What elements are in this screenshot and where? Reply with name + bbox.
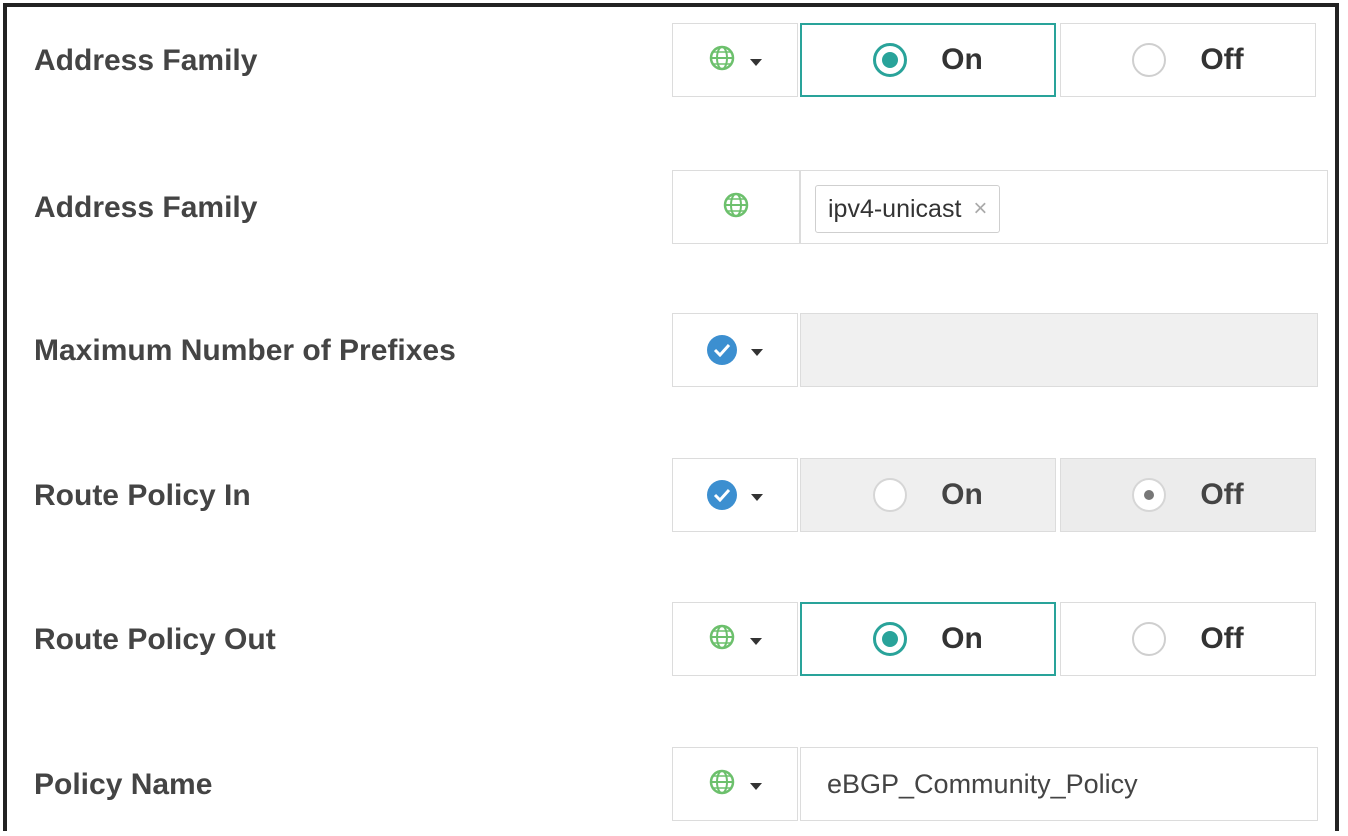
toggle-on-label: On xyxy=(941,478,983,511)
toggle-off-option[interactable]: Off xyxy=(1060,602,1316,676)
toggle-on-option[interactable]: On xyxy=(800,458,1056,532)
check-circle-icon xyxy=(707,480,737,510)
row-max-prefixes: Maximum Number of Prefixes xyxy=(0,313,1348,389)
scope-dropdown[interactable] xyxy=(672,602,798,676)
selected-tag: ipv4-unicast × xyxy=(815,185,1001,233)
row-route-policy-out: Route Policy Out On Off xyxy=(0,602,1348,678)
form-panel xyxy=(3,3,1339,831)
row-policy-name: Policy Name eBGP_Community_Policy xyxy=(0,747,1348,823)
toggle-on-option[interactable]: On xyxy=(800,23,1056,97)
toggle-on-label: On xyxy=(941,43,983,76)
field-label: Address Family xyxy=(34,191,258,224)
radio-unchecked-icon xyxy=(1132,43,1167,77)
radio-unchecked-icon xyxy=(873,478,908,512)
caret-down-icon xyxy=(751,493,763,501)
row-address-family-toggle: Address Family On Off xyxy=(0,23,1348,99)
caret-down-icon xyxy=(750,58,762,66)
toggle-off-label: Off xyxy=(1200,622,1244,655)
tag-label: ipv4-unicast xyxy=(828,194,962,223)
globe-icon xyxy=(708,623,736,656)
caret-down-icon xyxy=(751,348,763,356)
globe-icon xyxy=(708,44,736,77)
toggle-off-option[interactable]: Off xyxy=(1060,23,1316,97)
field-label: Route Policy Out xyxy=(34,623,276,656)
globe-icon xyxy=(722,191,750,224)
caret-down-icon xyxy=(750,782,762,790)
globe-icon xyxy=(708,768,736,801)
scope-dropdown[interactable] xyxy=(672,747,798,821)
toggle-off-option[interactable]: Off xyxy=(1060,458,1316,532)
field-label: Route Policy In xyxy=(34,479,251,512)
scope-dropdown[interactable] xyxy=(672,23,798,97)
toggle-on-label: On xyxy=(941,622,983,655)
toggle-off-label: Off xyxy=(1200,43,1244,76)
toggle-on-option[interactable]: On xyxy=(800,602,1056,676)
field-label: Maximum Number of Prefixes xyxy=(34,334,456,367)
radio-checked-icon xyxy=(873,43,908,77)
row-address-family-select: Address Family ipv4-unicast × xyxy=(0,170,1348,246)
field-label: Address Family xyxy=(34,44,258,77)
field-label: Policy Name xyxy=(34,768,213,801)
max-prefixes-input[interactable] xyxy=(800,313,1318,387)
radio-checked-icon xyxy=(1132,478,1167,512)
row-route-policy-in: Route Policy In On Off xyxy=(0,458,1348,534)
radio-checked-icon xyxy=(873,622,908,656)
policy-name-input[interactable]: eBGP_Community_Policy xyxy=(800,747,1318,821)
remove-tag-icon[interactable]: × xyxy=(973,195,987,223)
toggle-off-label: Off xyxy=(1200,478,1244,511)
radio-unchecked-icon xyxy=(1132,622,1167,656)
scope-dropdown[interactable] xyxy=(672,313,798,387)
scope-indicator xyxy=(672,170,800,244)
scope-dropdown[interactable] xyxy=(672,458,798,532)
policy-name-value: eBGP_Community_Policy xyxy=(827,769,1138,799)
caret-down-icon xyxy=(750,637,762,645)
check-circle-icon xyxy=(707,335,737,365)
address-family-multiselect[interactable]: ipv4-unicast × xyxy=(800,170,1328,244)
